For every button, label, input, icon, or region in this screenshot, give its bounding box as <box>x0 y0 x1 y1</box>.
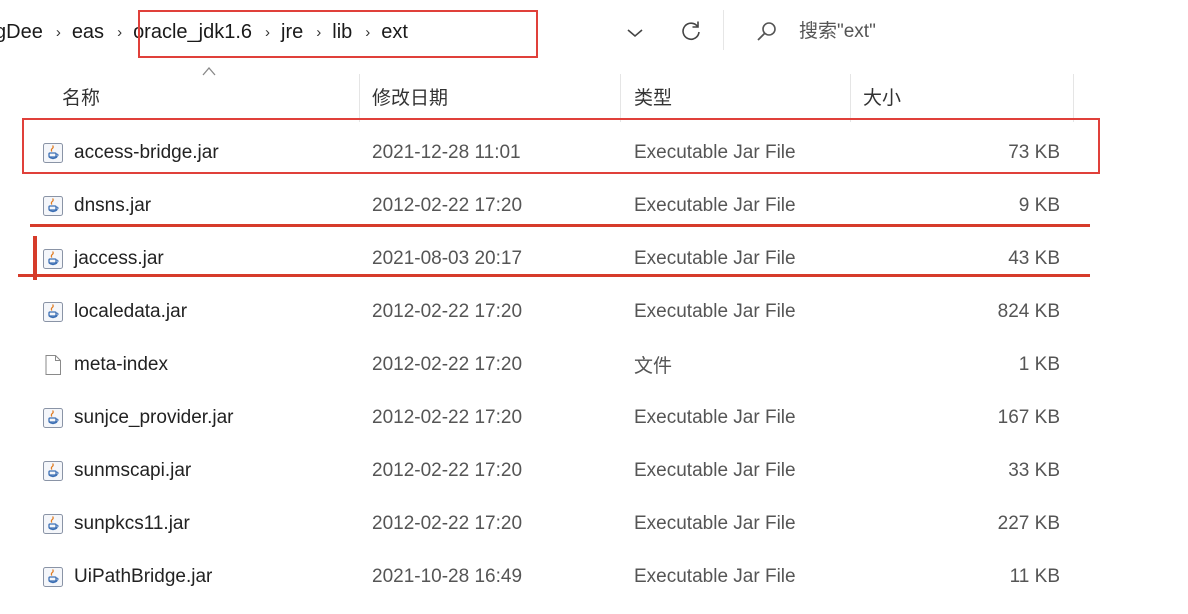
jar-file-icon <box>42 407 64 429</box>
file-name: localedata.jar <box>74 300 188 322</box>
breadcrumb-item-oracle-jdk[interactable]: oracle_jdk1.6 <box>132 21 253 44</box>
column-header-type[interactable]: 类型 <box>634 70 844 122</box>
breadcrumb-item-kingdee[interactable]: gDee <box>0 21 44 44</box>
file-size: 1 KB <box>1018 353 1060 375</box>
file-name: UiPathBridge.jar <box>74 565 213 587</box>
breadcrumb: gDee › eas › oracle_jdk1.6 › jre › lib ›… <box>0 17 409 47</box>
file-size: 73 KB <box>1008 141 1060 163</box>
breadcrumb-item-eas[interactable]: eas <box>71 21 105 44</box>
file-type: Executable Jar File <box>634 247 796 269</box>
file-date: 2012-02-22 17:20 <box>372 194 523 216</box>
breadcrumb-chevron-icon[interactable]: › <box>265 24 270 41</box>
file-name-cell: sunmscapi.jar <box>42 444 191 497</box>
toolbar-divider <box>723 10 724 50</box>
file-type: Executable Jar File <box>634 300 796 322</box>
breadcrumb-item-ext[interactable]: ext <box>380 21 409 44</box>
file-type: Executable Jar File <box>634 512 796 534</box>
file-size: 824 KB <box>997 300 1060 322</box>
file-name-cell: sunjce_provider.jar <box>42 391 233 444</box>
history-dropdown-button[interactable] <box>620 18 650 48</box>
file-row[interactable]: UiPathBridge.jar 2021-10-28 16:49 Execut… <box>0 550 1188 603</box>
jar-file-icon <box>42 195 64 217</box>
file-name: meta-index <box>74 353 168 375</box>
column-divider[interactable] <box>850 74 851 122</box>
file-size: 167 KB <box>997 406 1060 428</box>
file-date: 2012-02-22 17:20 <box>372 459 523 481</box>
breadcrumb-chevron-icon[interactable]: › <box>117 24 122 41</box>
column-header-size[interactable]: 大小 <box>863 70 1063 122</box>
file-date: 2021-12-28 11:01 <box>372 141 521 163</box>
file-size: 43 KB <box>1008 247 1060 269</box>
file-row[interactable]: sunmscapi.jar 2012-02-22 17:20 Executabl… <box>0 444 1188 497</box>
file-name-cell: access-bridge.jar <box>42 126 219 179</box>
file-name: sunjce_provider.jar <box>74 406 234 428</box>
file-name-cell: meta-index <box>42 338 168 391</box>
jar-file-icon <box>42 460 64 482</box>
file-name-cell: jaccess.jar <box>42 232 164 285</box>
jar-file-icon <box>42 566 64 588</box>
file-row[interactable]: jaccess.jar 2021-08-03 20:17 Executable … <box>0 232 1188 285</box>
file-row[interactable]: sunjce_provider.jar 2012-02-22 17:20 Exe… <box>0 391 1188 444</box>
search-icon <box>755 20 779 44</box>
column-header-row: 名称 修改日期 类型 大小 <box>0 70 1188 122</box>
search-box[interactable] <box>735 12 1188 52</box>
jar-file-icon <box>42 513 64 535</box>
column-divider[interactable] <box>620 74 621 122</box>
file-date: 2021-10-28 16:49 <box>372 565 523 587</box>
file-name: sunmscapi.jar <box>74 459 192 481</box>
breadcrumb-item-lib[interactable]: lib <box>331 21 353 44</box>
breadcrumb-chevron-icon[interactable]: › <box>365 24 370 41</box>
file-row[interactable]: access-bridge.jar 2021-12-28 11:01 Execu… <box>0 126 1188 179</box>
breadcrumb-chevron-icon[interactable]: › <box>56 24 61 41</box>
blank-file-icon <box>42 354 64 376</box>
file-size: 33 KB <box>1008 459 1060 481</box>
file-date: 2012-02-22 17:20 <box>372 512 523 534</box>
file-date: 2021-08-03 20:17 <box>372 247 523 269</box>
file-date: 2012-02-22 17:20 <box>372 353 523 375</box>
column-divider[interactable] <box>359 74 360 122</box>
file-name: dnsns.jar <box>74 194 152 216</box>
column-divider[interactable] <box>1073 74 1074 122</box>
file-row[interactable]: sunpkcs11.jar 2012-02-22 17:20 Executabl… <box>0 497 1188 550</box>
file-type: Executable Jar File <box>634 194 796 216</box>
file-name: access-bridge.jar <box>74 141 219 163</box>
file-row[interactable]: dnsns.jar 2012-02-22 17:20 Executable Ja… <box>0 179 1188 232</box>
file-date: 2012-02-22 17:20 <box>372 300 523 322</box>
file-name: jaccess.jar <box>74 247 164 269</box>
address-bar: gDee › eas › oracle_jdk1.6 › jre › lib ›… <box>0 0 1188 62</box>
file-size: 227 KB <box>997 512 1060 534</box>
file-name-cell: localedata.jar <box>42 285 187 338</box>
file-name-cell: sunpkcs11.jar <box>42 497 190 550</box>
chevron-down-icon <box>627 29 643 38</box>
column-header-date[interactable]: 修改日期 <box>372 70 617 122</box>
file-type: Executable Jar File <box>634 565 796 587</box>
file-size: 11 KB <box>1009 565 1060 587</box>
file-type: Executable Jar File <box>634 141 796 163</box>
breadcrumb-item-jre[interactable]: jre <box>280 21 304 44</box>
refresh-icon <box>682 21 700 41</box>
jar-file-icon <box>42 248 64 270</box>
jar-file-icon <box>42 301 64 323</box>
jar-file-icon <box>42 142 64 164</box>
file-size: 9 KB <box>1018 194 1060 216</box>
breadcrumb-chevron-icon[interactable]: › <box>316 24 321 41</box>
file-type: Executable Jar File <box>634 406 796 428</box>
refresh-button[interactable] <box>674 15 708 49</box>
file-row[interactable]: meta-index 2012-02-22 17:20 文件 1 KB <box>0 338 1188 391</box>
file-row[interactable]: localedata.jar 2012-02-22 17:20 Executab… <box>0 285 1188 338</box>
file-name-cell: UiPathBridge.jar <box>42 550 212 603</box>
column-header-name[interactable]: 名称 <box>62 70 357 122</box>
file-date: 2012-02-22 17:20 <box>372 406 523 428</box>
file-type: Executable Jar File <box>634 459 796 481</box>
file-name: sunpkcs11.jar <box>74 512 190 534</box>
file-name-cell: dnsns.jar <box>42 179 151 232</box>
file-type: 文件 <box>634 356 673 377</box>
search-input[interactable] <box>797 20 1161 44</box>
